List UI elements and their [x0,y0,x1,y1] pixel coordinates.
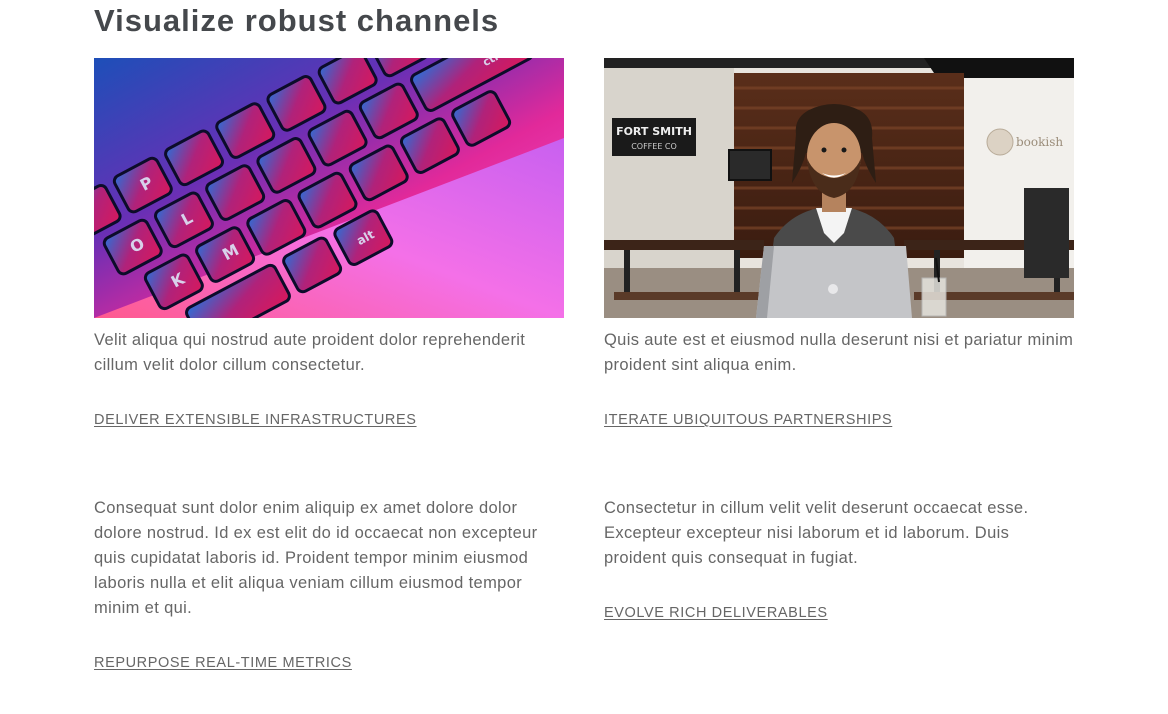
card-text-1: Consequat sunt dolor enim aliquip ex ame… [94,496,564,672]
section-title: Visualize robust channels [94,3,500,38]
card-cafe: FORT SMITH COFFEE CO bookish Quis aute e… [604,58,1074,429]
iterate-partnerships-link[interactable]: ITERATE UBIQUITOUS PARTNERSHIPS [604,411,892,429]
evolve-deliverables-link[interactable]: EVOLVE RICH DELIVERABLES [604,604,828,622]
wall-logo: bookish [1016,135,1063,149]
card-text-2: Consectetur in cillum velit velit deseru… [604,496,1074,622]
sign-line-1: FORT SMITH [616,125,692,138]
card-keyboard: P O L K M alt ctrl Velit aliqua qui nost… [94,58,564,429]
deliver-infrastructures-link[interactable]: DELIVER EXTENSIBLE INFRASTRUCTURES [94,411,417,429]
card-description: Quis aute est et eiusmod nulla deserunt … [604,331,1074,374]
card-description: Velit aliqua qui nostrud aute proident d… [94,331,526,374]
repurpose-metrics-link[interactable]: REPURPOSE REAL-TIME METRICS [94,654,352,672]
keyboard-illustration: P O L K M alt ctrl [94,58,564,318]
card-description: Consequat sunt dolor enim aliquip ex ame… [94,499,538,617]
sign-line-2: COFFEE CO [631,142,677,151]
man-with-laptop-photo: FORT SMITH COFFEE CO bookish [604,58,1074,318]
keyboard-photo: P O L K M alt ctrl [94,58,564,318]
card-description: Consectetur in cillum velit velit deseru… [604,499,1029,567]
cafe-illustration: FORT SMITH COFFEE CO bookish [604,58,1074,318]
